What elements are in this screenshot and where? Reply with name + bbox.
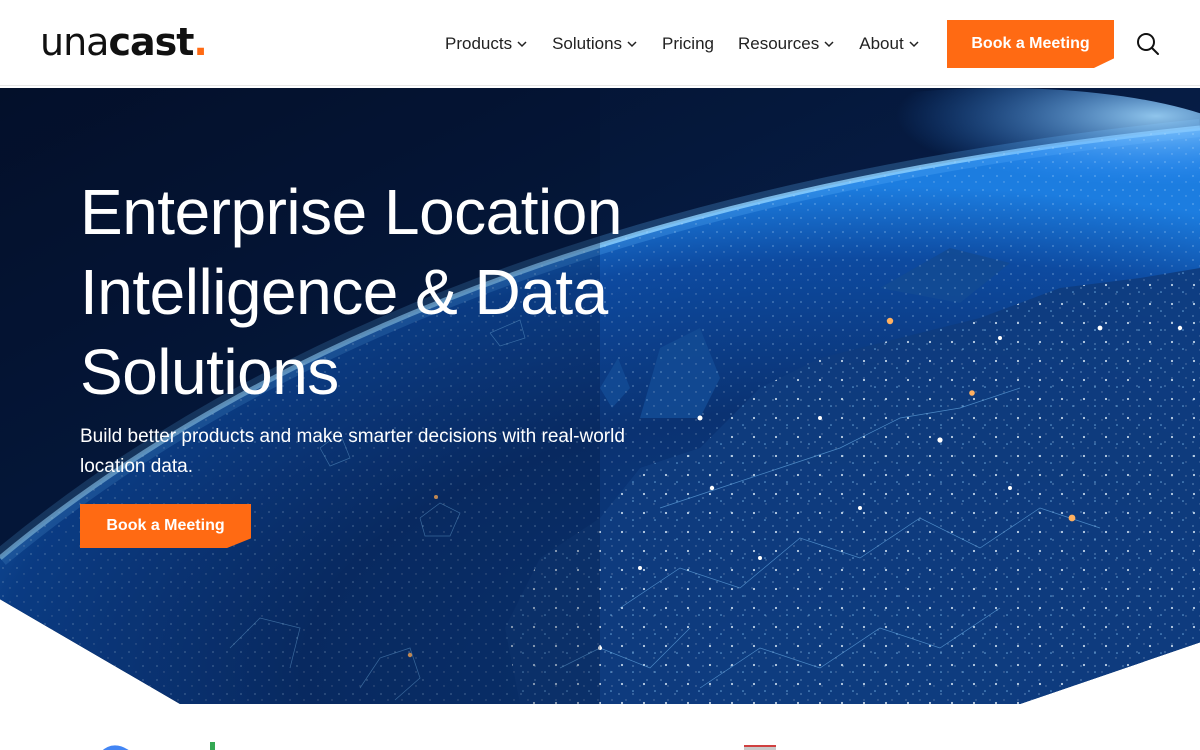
nav-item-resources[interactable]: Resources <box>738 34 835 54</box>
search-icon[interactable] <box>1135 31 1161 57</box>
nav-item-products[interactable]: Products <box>445 34 528 54</box>
chevron-down-icon <box>626 38 638 50</box>
book-meeting-button[interactable]: Book a Meeting <box>947 20 1114 68</box>
nav-item-label: Resources <box>738 34 820 53</box>
nav-item-label: Products <box>445 34 513 53</box>
partner-logo <box>744 745 776 750</box>
nav-item-about[interactable]: About <box>859 34 919 54</box>
unacast-logo[interactable]: unacast. <box>40 20 208 64</box>
partner-logo-google <box>100 740 220 750</box>
hero-title: Enterprise Location Intelligence & Data … <box>80 176 622 408</box>
logo-text-light: una <box>40 20 109 64</box>
logo-dot: . <box>193 20 207 64</box>
nav-item-solutions[interactable]: Solutions <box>552 34 638 54</box>
chevron-down-icon <box>823 38 835 50</box>
main-nav: Products Solutions Pricing Resources Abo… <box>445 32 944 56</box>
nav-item-label: About <box>859 34 904 53</box>
chevron-down-icon <box>516 38 528 50</box>
site-header: unacast. Products Solutions Pricing Reso… <box>0 0 1200 86</box>
chevron-down-icon <box>908 38 920 50</box>
hero-book-meeting-button[interactable]: Book a Meeting <box>80 504 251 548</box>
logo-text-bold: cast <box>108 20 194 64</box>
hero-subtitle: Build better products and make smarter d… <box>80 426 625 477</box>
nav-item-pricing[interactable]: Pricing <box>662 34 714 54</box>
nav-item-label: Pricing <box>662 34 714 53</box>
hero-section: Enterprise Location Intelligence & Data … <box>0 88 1200 704</box>
nav-item-label: Solutions <box>552 34 623 53</box>
